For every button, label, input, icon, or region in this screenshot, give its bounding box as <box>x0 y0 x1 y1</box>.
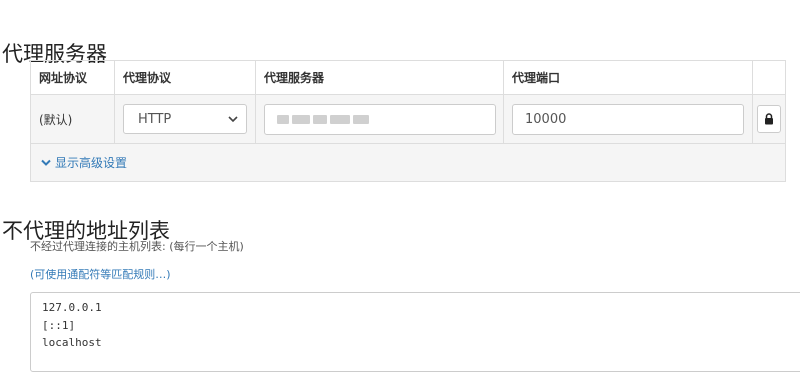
lock-icon <box>765 113 773 125</box>
header-port: 代理端口 <box>504 61 753 94</box>
bypass-entry: localhost <box>42 336 102 349</box>
lock-cell <box>753 95 785 143</box>
bypass-description: 不经过代理连接的主机列表: (每行一个主机) <box>30 240 244 253</box>
show-advanced-toggle[interactable]: 显示高级设置 <box>31 144 127 181</box>
proxy-row-default: (默认) HTTP 10000 <box>31 95 785 144</box>
scheme-label: (默认) <box>31 95 115 143</box>
protocol-select[interactable]: HTTP <box>123 104 247 134</box>
proxy-table-footer: 显示高级设置 <box>31 144 785 181</box>
proxy-port-input[interactable]: 10000 <box>512 103 744 135</box>
header-empty <box>753 61 785 94</box>
bypass-entry: [::1] <box>42 318 76 332</box>
blurred-server-text <box>277 114 372 124</box>
bypass-entry: 127.0.0.1 <box>42 301 102 314</box>
header-protocol: 代理协议 <box>115 61 256 94</box>
show-advanced-label: 显示高级设置 <box>55 156 128 170</box>
lock-button[interactable] <box>757 105 781 133</box>
protocol-cell: HTTP <box>115 95 256 143</box>
proxy-table: 网址协议 代理协议 代理服务器 代理端口 (默认) HTTP 10000 显示高… <box>30 60 786 182</box>
proxy-server-input[interactable] <box>264 103 496 135</box>
port-cell: 10000 <box>504 95 753 143</box>
chevron-down-icon <box>41 159 51 166</box>
proxy-port-value: 10000 <box>525 111 567 127</box>
header-scheme: 网址协议 <box>31 61 115 94</box>
protocol-select-value: HTTP <box>138 111 172 127</box>
proxy-table-header: 网址协议 代理协议 代理服务器 代理端口 <box>31 61 785 95</box>
chevron-down-icon <box>228 115 238 122</box>
header-server: 代理服务器 <box>256 61 504 94</box>
server-cell <box>256 95 504 143</box>
bypass-list-textarea[interactable]: 127.0.0.1 [::1] localhost <box>30 292 800 372</box>
bypass-rules-help-link[interactable]: (可使用通配符等匹配规则…) <box>30 266 171 282</box>
